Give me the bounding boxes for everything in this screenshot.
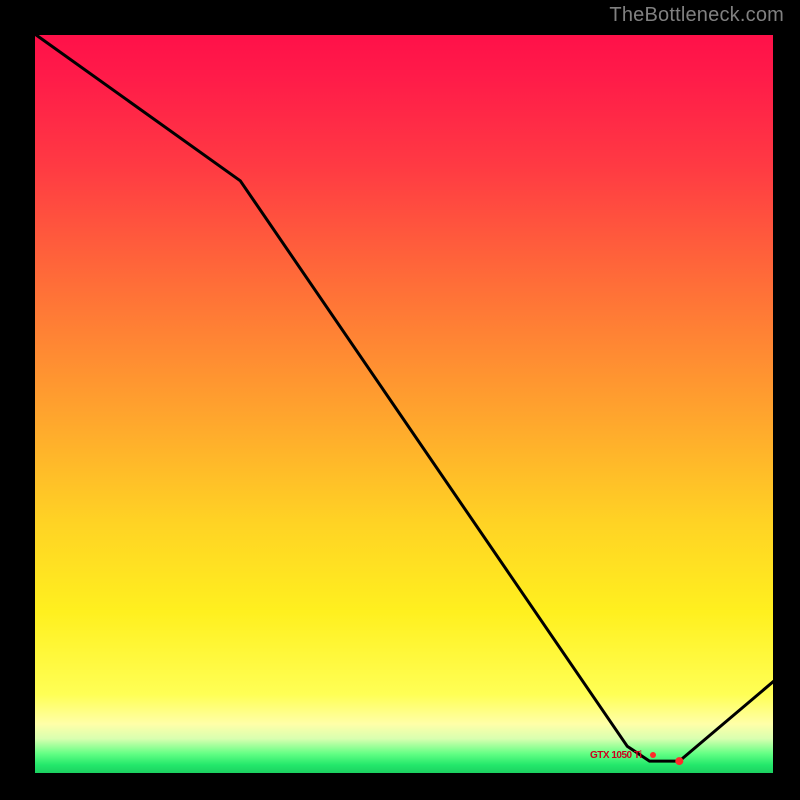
plot-area: GTX 1050 Ti [32, 32, 776, 776]
line-series [32, 32, 776, 776]
marker-dot [675, 757, 683, 765]
marker-label-text: GTX 1050 Ti [590, 750, 642, 761]
chart-container: TheBottleneck.com GTX 1050 Ti [0, 0, 800, 800]
marker-label-dot-icon [650, 752, 656, 758]
plot-frame: GTX 1050 Ti [32, 32, 776, 776]
bottleneck-curve-path [32, 32, 776, 761]
marker-label: GTX 1050 Ti [590, 750, 656, 761]
attribution-text: TheBottleneck.com [609, 4, 784, 27]
